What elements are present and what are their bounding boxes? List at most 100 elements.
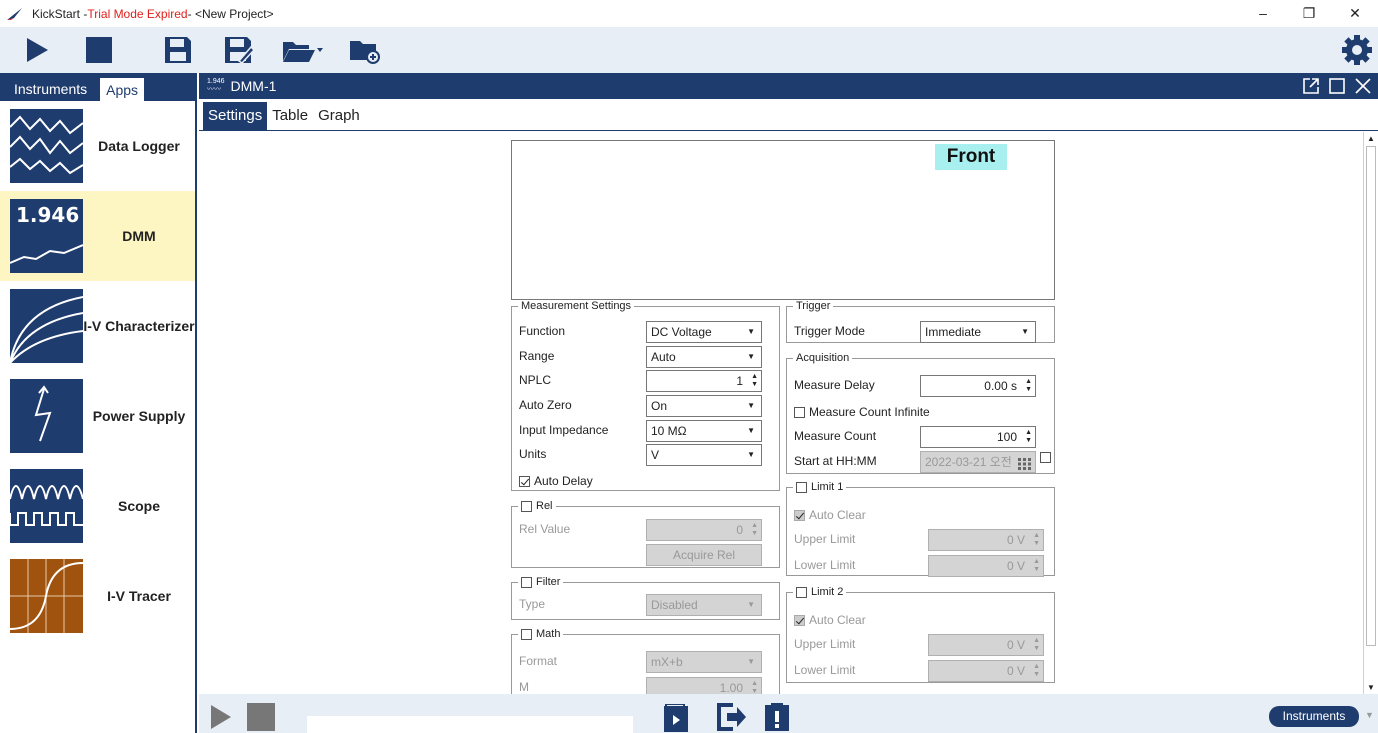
impedance-value: 10 MΩ: [651, 424, 687, 438]
app-name: KickStart -: [32, 6, 88, 21]
measure-count-stepper[interactable]: 100 ▲ ▼: [920, 426, 1036, 448]
rel-legend-label: Rel: [536, 500, 553, 512]
settings-button[interactable]: [1340, 33, 1374, 67]
nplc-stepper[interactable]: 1 ▲ ▼: [646, 370, 762, 392]
power-supply-icon: [10, 379, 83, 453]
impedance-select[interactable]: 10 MΩ ▼: [646, 420, 762, 442]
app-label: DMM: [122, 228, 156, 244]
app-iv-tracer[interactable]: I-V Tracer: [0, 551, 195, 641]
run-script-icon[interactable]: [664, 704, 688, 732]
spinner-icon[interactable]: ▲ ▼: [1033, 558, 1040, 574]
left-panel: Instruments Apps Data Logger 1.946 DMM I…: [0, 73, 197, 733]
app-power-supply[interactable]: Power Supply: [0, 371, 195, 461]
nplc-label: NPLC: [519, 373, 552, 387]
checkbox-checked-icon[interactable]: [794, 510, 805, 522]
limit1-upper-label: Upper Limit: [794, 532, 856, 546]
calendar-icon[interactable]: [1018, 456, 1031, 476]
spinner-icon[interactable]: ▲ ▼: [751, 373, 758, 389]
rel-checkbox[interactable]: [521, 500, 532, 512]
stop-all-icon[interactable]: [247, 703, 275, 731]
run-all-play-icon[interactable]: [209, 703, 233, 731]
stop-button[interactable]: [82, 33, 116, 67]
alert-log-icon[interactable]: [765, 703, 789, 731]
close-button[interactable]: ✕: [1332, 0, 1378, 27]
limit2-checkbox[interactable]: [796, 586, 807, 598]
app-dmm[interactable]: 1.946 DMM: [0, 191, 195, 281]
chevron-down-icon: ▼: [1021, 327, 1029, 336]
acquire-rel-button[interactable]: Acquire Rel: [646, 544, 762, 566]
units-select[interactable]: V ▼: [646, 444, 762, 466]
limit2-auto-clear-checkbox[interactable]: Auto Clear: [794, 613, 866, 627]
popout-button[interactable]: [1298, 76, 1324, 96]
stop-icon: [86, 37, 112, 63]
dmm-mini-icon: 1.946 〰〰: [207, 78, 225, 93]
spinner-icon[interactable]: ▲ ▼: [1025, 378, 1032, 394]
spinner-icon[interactable]: ▲ ▼: [751, 522, 758, 538]
trigger-legend: Trigger: [796, 300, 831, 312]
measure-count-infinite-checkbox[interactable]: Measure Count Infinite: [794, 405, 930, 419]
limit1-lower-stepper[interactable]: 0 V ▲ ▼: [928, 555, 1044, 577]
chevron-down-icon[interactable]: ▼: [1365, 710, 1374, 720]
trigger-mode-select[interactable]: Immediate ▼: [920, 321, 1036, 343]
math-m-stepper[interactable]: 1.00 ▲ ▼: [646, 677, 762, 694]
units-value: V: [651, 448, 660, 462]
scrollbar-thumb[interactable]: [1366, 146, 1376, 646]
save-button[interactable]: [161, 33, 195, 67]
spinner-icon[interactable]: ▲ ▼: [1033, 532, 1040, 548]
spinner-icon[interactable]: ▲ ▼: [1033, 663, 1040, 679]
iv-characterizer-icon: [10, 289, 83, 363]
auto-delay-checkbox[interactable]: Auto Delay: [519, 474, 593, 488]
instruments-button[interactable]: Instruments: [1269, 706, 1359, 727]
maximize-panel-button[interactable]: [1324, 76, 1350, 96]
math-checkbox[interactable]: [521, 628, 532, 640]
tab-graph[interactable]: Graph: [313, 102, 365, 130]
save-as-button[interactable]: [222, 33, 256, 67]
app-iv-characterizer[interactable]: I-V Characterizer: [0, 281, 195, 371]
tab-instruments[interactable]: Instruments: [8, 77, 93, 101]
spinner-icon[interactable]: ▲ ▼: [1033, 637, 1040, 653]
limit1-upper-stepper[interactable]: 0 V ▲ ▼: [928, 529, 1044, 551]
scroll-up-icon[interactable]: ▲: [1367, 134, 1375, 143]
limit2-lower-stepper[interactable]: 0 V ▲ ▼: [928, 660, 1044, 682]
filter-type-value: Disabled: [651, 598, 698, 612]
math-format-select[interactable]: mX+b ▼: [646, 651, 762, 673]
run-button[interactable]: [20, 33, 54, 67]
rel-legend: Rel: [518, 500, 556, 512]
tab-table[interactable]: Table: [267, 102, 313, 130]
start-at-label: Start at HH:MM: [794, 454, 877, 468]
spinner-icon[interactable]: ▲ ▼: [751, 680, 758, 694]
chevron-down-icon: ▼: [747, 426, 755, 435]
tab-settings[interactable]: Settings: [203, 102, 268, 130]
export-icon[interactable]: [717, 703, 747, 731]
start-at-enable-checkbox[interactable]: [1040, 452, 1051, 463]
checkbox-icon[interactable]: [794, 407, 805, 419]
minimize-button[interactable]: –: [1240, 0, 1286, 27]
limit1-auto-clear-checkbox[interactable]: Auto Clear: [794, 508, 866, 522]
function-select[interactable]: DC Voltage ▼: [646, 321, 762, 343]
measure-delay-stepper[interactable]: 0.00 s ▲ ▼: [920, 375, 1036, 397]
checkbox-checked-icon[interactable]: [794, 615, 805, 627]
tab-apps[interactable]: Apps: [99, 77, 146, 101]
scroll-down-icon[interactable]: ▼: [1367, 683, 1375, 692]
app-scope[interactable]: Scope: [0, 461, 195, 551]
open-project-button[interactable]: [280, 33, 324, 67]
rel-value-stepper[interactable]: 0 ▲ ▼: [646, 519, 762, 541]
filter-type-label: Type: [519, 597, 546, 611]
chevron-down-icon: ▼: [747, 327, 755, 336]
start-at-datetime[interactable]: 2022-03-21 오전: [920, 451, 1036, 473]
limit2-upper-stepper[interactable]: 0 V ▲ ▼: [928, 634, 1044, 656]
app-data-logger[interactable]: Data Logger: [0, 101, 195, 191]
close-panel-button[interactable]: [1350, 76, 1376, 96]
restore-button[interactable]: ❐: [1286, 0, 1332, 27]
filter-type-select[interactable]: Disabled ▼: [646, 594, 762, 616]
filter-checkbox[interactable]: [521, 576, 532, 588]
autozero-select[interactable]: On ▼: [646, 395, 762, 417]
checkbox-checked-icon[interactable]: [519, 476, 530, 488]
vertical-scrollbar[interactable]: ▲ ▼: [1363, 132, 1378, 694]
dmm-icon: 1.946: [10, 199, 83, 273]
limit1-checkbox[interactable]: [796, 481, 807, 493]
left-panel-tabs: Instruments Apps: [0, 73, 195, 101]
spinner-icon[interactable]: ▲ ▼: [1025, 429, 1032, 445]
range-select[interactable]: Auto ▼: [646, 346, 762, 368]
new-folder-button[interactable]: [347, 33, 381, 67]
